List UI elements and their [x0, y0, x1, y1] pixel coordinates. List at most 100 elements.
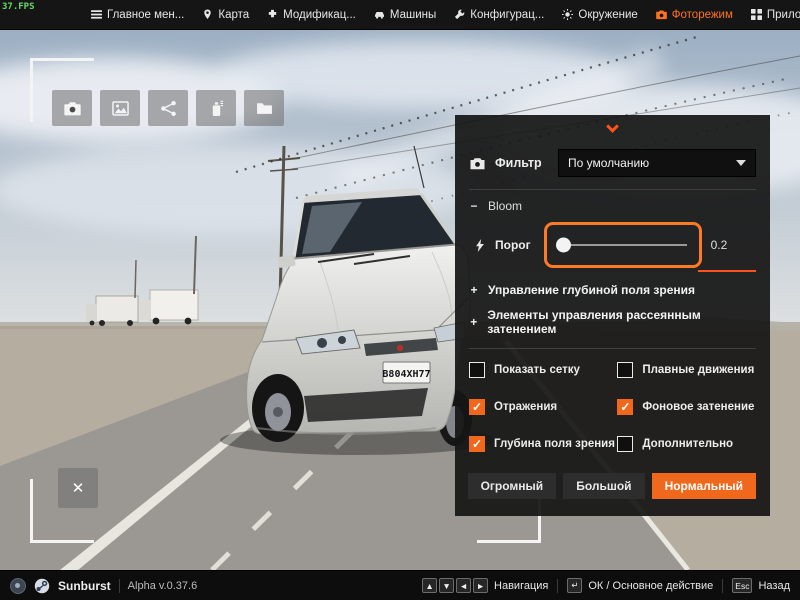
snapshot-button[interactable]	[52, 90, 92, 126]
steam-icon	[34, 578, 50, 594]
version-label: Alpha v.0.37.6	[127, 579, 198, 592]
checkbox-reflections[interactable]: Отражения	[469, 399, 617, 415]
status-bar: Sunburst Alpha v.0.37.6 ▲ ▼ ◄ ► Навигаци…	[0, 570, 800, 600]
gallery-button[interactable]	[100, 90, 140, 126]
divider	[557, 578, 559, 593]
section-depth-of-field[interactable]: + Управление глубиной поля зрения	[469, 283, 756, 297]
game-viewport: В804ХН77 ✕ Фильтр По умолчанию − Bloom П…	[0, 30, 800, 570]
license-plate: В804ХН77	[382, 369, 430, 380]
checkbox-icon	[469, 362, 485, 378]
section-bloom[interactable]: − Bloom	[469, 199, 756, 213]
chevron-down-icon	[606, 120, 619, 133]
menu-item-label: Карта	[218, 8, 250, 21]
key-right: ►	[473, 578, 489, 593]
key-up: ▲	[422, 578, 438, 593]
paint-button[interactable]	[196, 90, 236, 126]
section-ambient-occlusion[interactable]: + Элементы управления рассеянным затенен…	[469, 308, 756, 336]
slider-track[interactable]	[558, 244, 687, 246]
filter-label: Фильтр	[495, 156, 542, 170]
threshold-slider[interactable]	[543, 222, 702, 268]
threshold-slider-row: Порог 0.2	[469, 221, 756, 272]
photo-toolbar	[52, 90, 284, 126]
folder-button[interactable]	[244, 90, 284, 126]
share-icon	[160, 100, 176, 116]
size-button-normal[interactable]: Нормальный	[651, 473, 756, 499]
image-icon	[111, 100, 129, 116]
key-badges: ↵	[567, 578, 583, 593]
threshold-label: Порог	[495, 238, 531, 252]
options-grid: Показать сетку Плавные движения Отражени…	[469, 362, 756, 452]
checkbox-label: Плавные движения	[642, 364, 755, 376]
config-icon	[455, 9, 465, 20]
environment-icon	[562, 9, 574, 20]
menu-item-label: Фоторежим	[671, 8, 733, 21]
close-photomode-button[interactable]: ✕	[58, 468, 98, 508]
checkbox-icon	[617, 436, 634, 452]
top-menu-bar: 37.FPS Главное мен... Карта Модификац...…	[0, 0, 800, 30]
menu-item-label: Конфигурац...	[470, 8, 545, 21]
divider	[469, 189, 756, 190]
menu-item-environment[interactable]: Окружение	[553, 0, 646, 29]
checkbox-label: Показать сетку	[494, 364, 580, 376]
menu-item-mods[interactable]: Модификац...	[258, 0, 365, 29]
main-menu-nav: Главное мен... Карта Модификац... Машины…	[82, 0, 800, 29]
filter-row: Фильтр По умолчанию	[469, 149, 756, 177]
menu-item-label: Модификац...	[283, 8, 356, 21]
menu-item-config[interactable]: Конфигурац...	[445, 0, 553, 29]
dropdown-caret-icon	[736, 160, 746, 166]
checkbox-label: Дополнительно	[642, 438, 734, 450]
checkbox-show-grid[interactable]: Показать сетку	[469, 362, 617, 378]
section-label: Элементы управления рассеянным затенение…	[487, 308, 701, 336]
checkbox-icon	[617, 362, 634, 378]
checkbox-ambient-occlusion[interactable]: Фоновое затенение	[617, 399, 756, 415]
expand-plus-icon: +	[470, 283, 478, 297]
map-icon	[204, 9, 212, 20]
apps-icon	[750, 9, 762, 20]
photomode-settings-panel: Фильтр По умолчанию − Bloom Порог 0.2 + …	[455, 115, 770, 516]
menu-item-vehicles[interactable]: Машины	[365, 0, 445, 29]
menu-item-map[interactable]: Карта	[193, 0, 258, 29]
app-name: Sunburst	[58, 578, 111, 593]
checkbox-additional[interactable]: Дополнительно	[617, 436, 756, 452]
hint-label: Назад	[758, 579, 790, 592]
key-badges: ▲ ▼ ◄ ►	[422, 578, 489, 593]
mods-icon	[268, 9, 277, 18]
threshold-value: 0.2	[710, 238, 728, 252]
filter-selected-value: По умолчанию	[568, 156, 650, 170]
checkbox-smooth-motion[interactable]: Плавные движения	[617, 362, 756, 378]
section-label: Управление глубиной поля зрения	[488, 283, 695, 297]
collapse-minus-icon: −	[470, 199, 478, 213]
checkbox-label: Отражения	[494, 401, 558, 413]
key-badges: Esc	[732, 578, 753, 593]
checkbox-icon	[469, 399, 485, 415]
folder-icon	[256, 102, 272, 114]
filter-dropdown[interactable]: По умолчанию	[558, 149, 756, 177]
key-down: ▼	[439, 578, 455, 593]
divider	[722, 578, 724, 593]
checkbox-depth-of-field[interactable]: Глубина поля зрения	[469, 436, 617, 452]
filter-camera-icon	[469, 157, 486, 170]
divider	[469, 348, 756, 349]
menu-item-photomode[interactable]: Фоторежим	[647, 0, 742, 29]
focus-underline	[698, 270, 756, 272]
menu-item-apps[interactable]: Приложени...	[742, 0, 800, 29]
slider-handle[interactable]	[555, 237, 571, 253]
key-enter: ↵	[567, 578, 583, 593]
hint-back: Esc Назад	[732, 578, 790, 593]
checkbox-label: Глубина поля зрения	[494, 438, 615, 450]
checkbox-icon	[617, 399, 634, 415]
size-button-large[interactable]: Большой	[563, 473, 645, 499]
divider	[118, 578, 120, 593]
info-icon	[10, 577, 26, 594]
panel-collapse-control[interactable]	[469, 120, 756, 138]
photomode-icon	[655, 10, 667, 20]
paint-icon	[212, 100, 223, 116]
expand-plus-icon: +	[470, 315, 478, 329]
share-button[interactable]	[148, 90, 188, 126]
key-left: ◄	[456, 578, 472, 593]
size-button-huge[interactable]: Огромный	[467, 473, 557, 499]
menu-item-main-menu[interactable]: Главное мен...	[82, 0, 193, 29]
key-escape: Esc	[732, 578, 753, 593]
hint-ok: ↵ ОК / Основное действие	[567, 578, 713, 593]
main-menu-icon	[91, 10, 102, 19]
